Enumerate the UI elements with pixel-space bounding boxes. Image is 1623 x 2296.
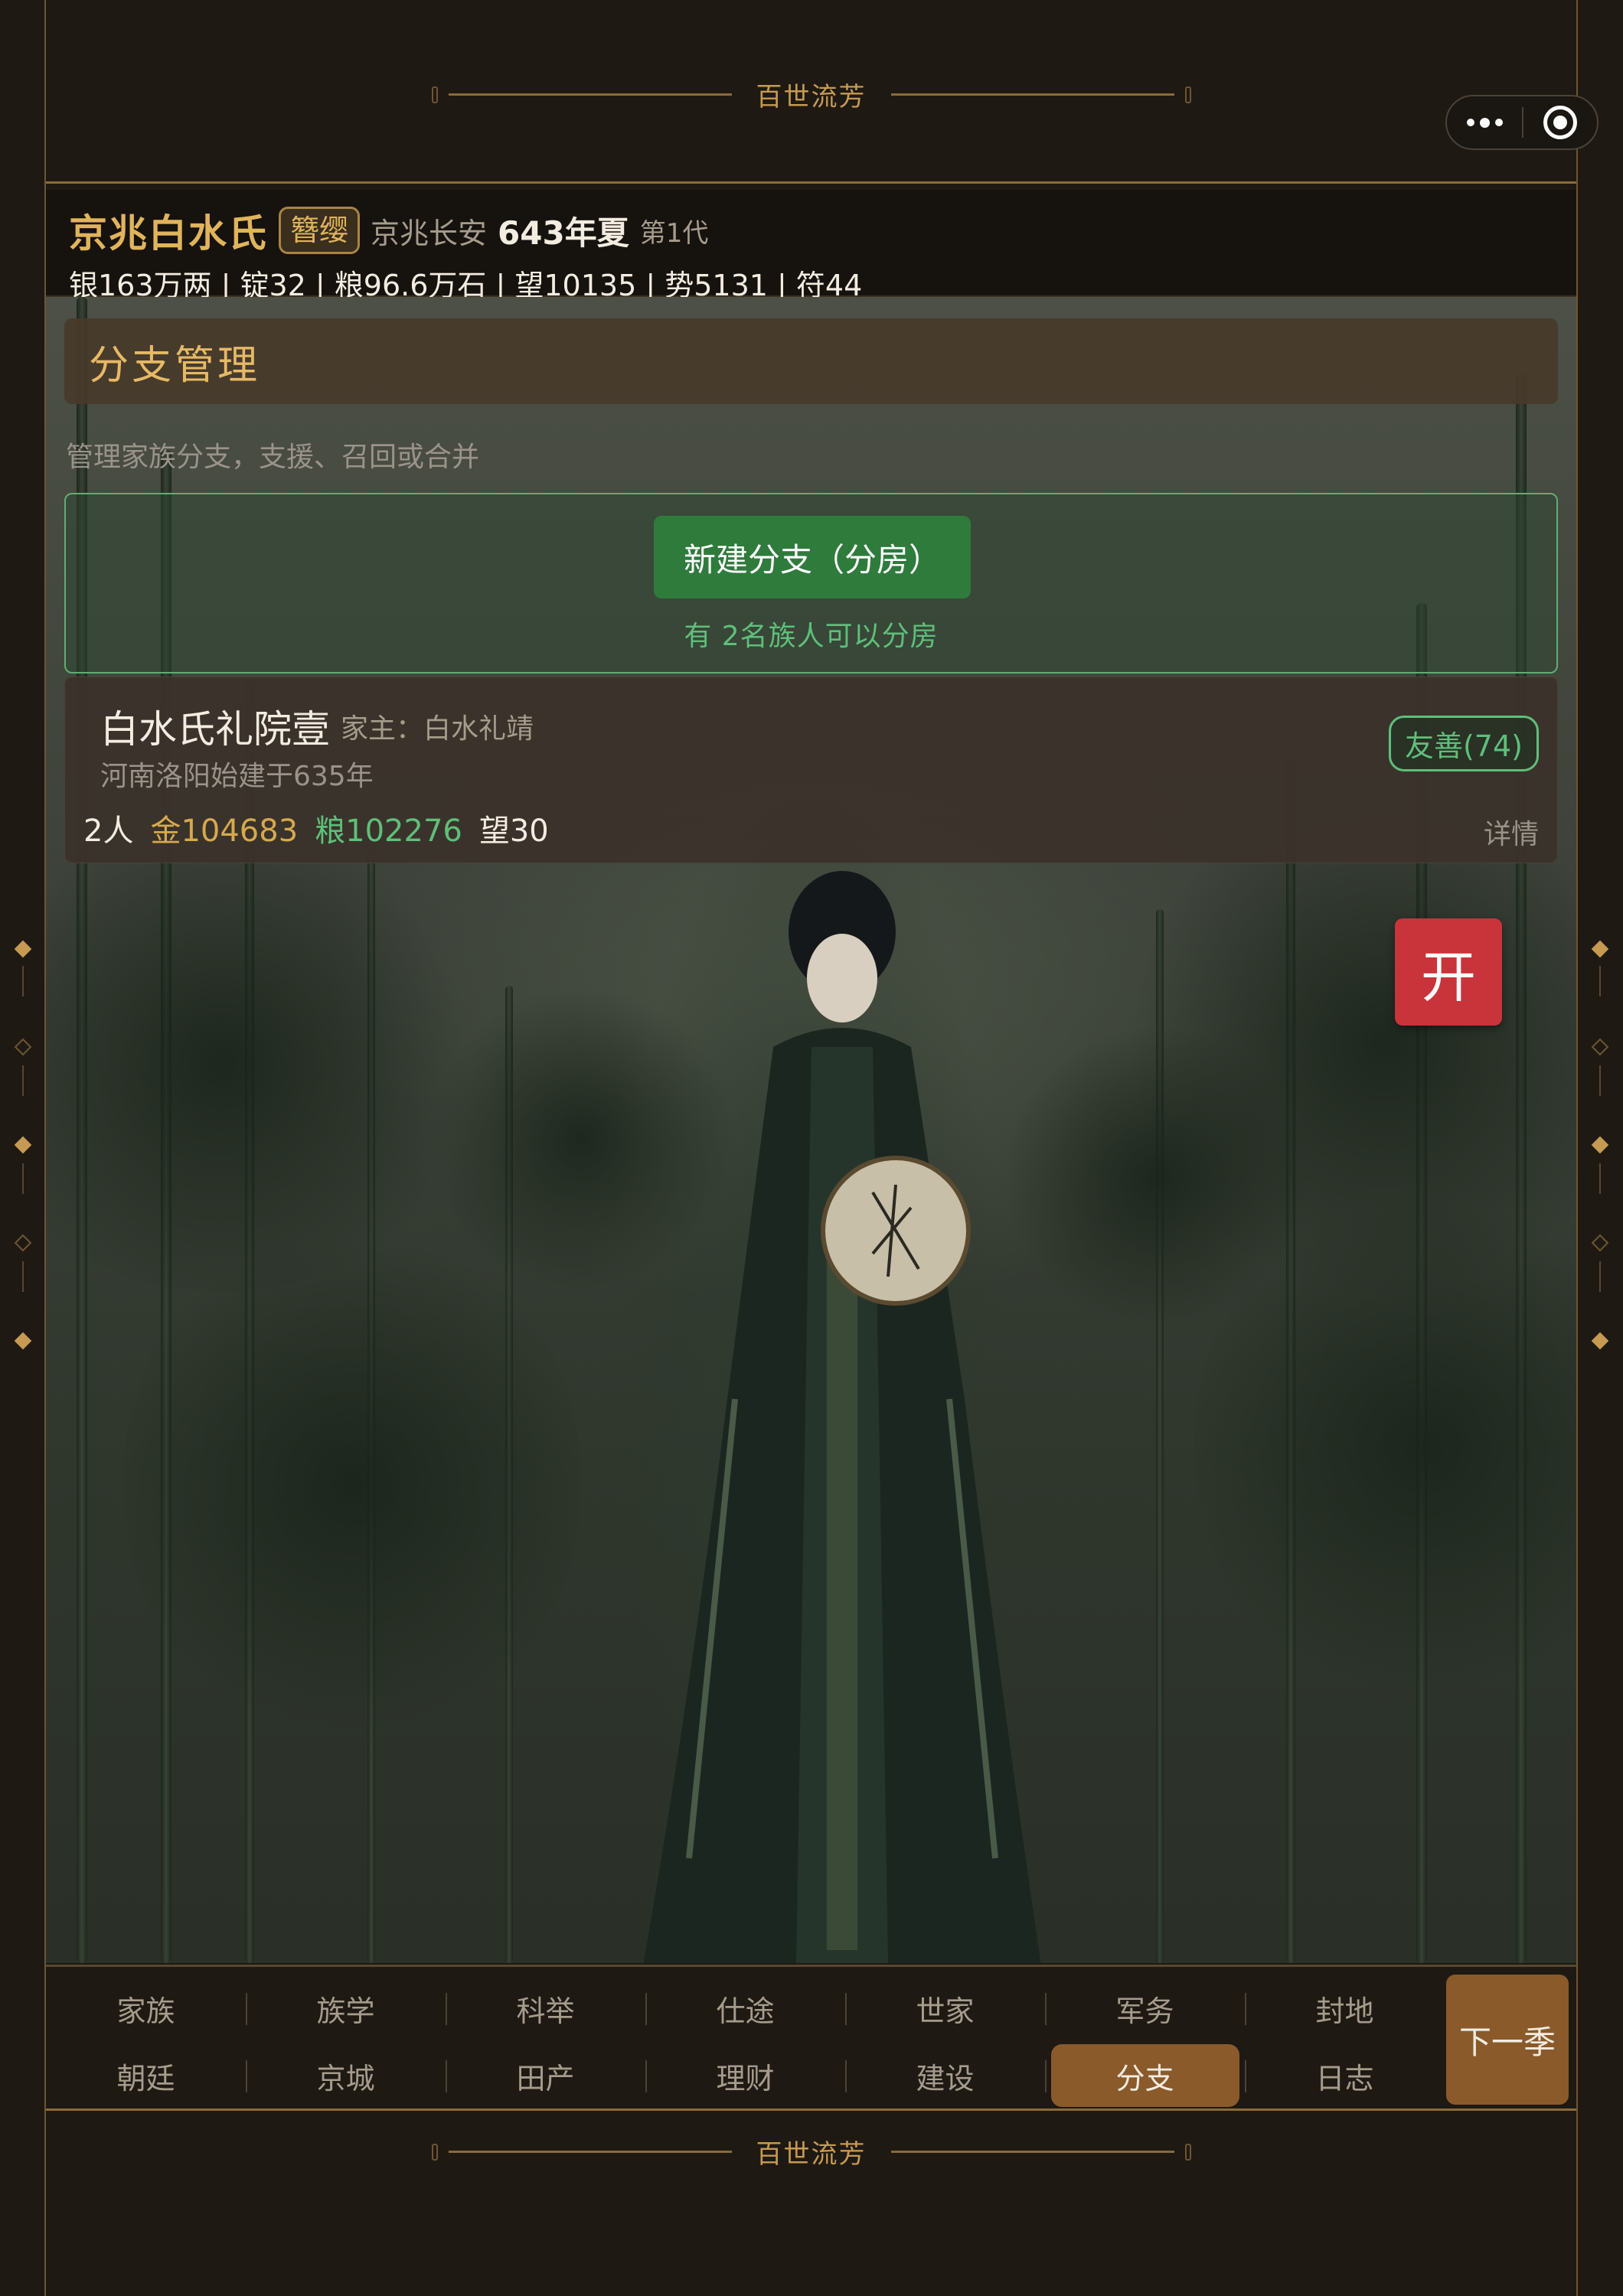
banner-divider xyxy=(448,2151,732,2153)
new-branch-card: 新建分支（分房） 有 2名族人可以分房 xyxy=(64,493,1558,673)
branch-people: 2人 xyxy=(83,814,134,849)
banner-cap-icon xyxy=(1184,86,1191,103)
banner-title: 百世流芳 xyxy=(756,82,867,113)
nav-item-branch[interactable]: 分支 xyxy=(1045,2044,1245,2107)
nav-item-military[interactable]: 军务 xyxy=(1045,1979,1245,2037)
nav-item-court[interactable]: 朝廷 xyxy=(46,2047,246,2105)
game-date: 643年夏 xyxy=(498,214,629,252)
more-icon[interactable] xyxy=(1447,117,1522,128)
banner-cap-icon xyxy=(431,2143,438,2161)
nav-item-finance[interactable]: 理财 xyxy=(645,2047,845,2105)
diamond-ornament-icon xyxy=(1591,1234,1609,1252)
new-branch-hint: 有 2名族人可以分房 xyxy=(684,621,939,652)
branch-fame: 望30 xyxy=(478,814,549,849)
nav-item-clan-school[interactable]: 族学 xyxy=(246,1979,446,2037)
left-side-ornament xyxy=(14,940,32,1356)
nav-row-1: 家族 族学 科举 仕途 世家 军务 封地 xyxy=(46,1979,1445,2037)
nav-label: 仕途 xyxy=(716,1994,775,2028)
branch-location: 河南洛阳始建于635年 xyxy=(100,761,374,792)
nav-label: 建设 xyxy=(916,2061,975,2095)
nav-label: 封地 xyxy=(1315,1994,1374,2028)
top-banner: 百世流芳 xyxy=(46,0,1576,184)
banner-cap-icon xyxy=(1184,2143,1191,2161)
branch-grain: 粮102276 xyxy=(315,814,462,849)
branch-scene: 分支管理 管理家族分支，支援、召回或合并 新建分支（分房） 有 2名族人可以分房… xyxy=(46,297,1576,1963)
nav-item-exam[interactable]: 科举 xyxy=(446,1979,645,2037)
diamond-ornament-icon xyxy=(14,940,32,958)
bottom-banner: 百世流芳 xyxy=(46,2108,1576,2292)
lady-figure xyxy=(643,871,1041,1963)
nav-item-estate[interactable]: 田产 xyxy=(446,2047,645,2105)
nav-label: 分支 xyxy=(1050,2044,1239,2107)
nav-label: 科举 xyxy=(516,1994,575,2028)
page-title: 分支管理 xyxy=(89,342,261,389)
diamond-ornament-icon xyxy=(14,1038,32,1056)
nav-item-noble-houses[interactable]: 世家 xyxy=(845,1979,1045,2037)
branch-head: 家主：白水礼靖 xyxy=(341,713,534,745)
nav-row-2: 朝廷 京城 田产 理财 建设 分支 日志 xyxy=(46,2044,1445,2107)
branch-card[interactable]: 白水氏礼院壹 家主：白水礼靖 河南洛阳始建于635年 2人 金104683 粮1… xyxy=(64,677,1558,863)
close-capsule-icon[interactable] xyxy=(1523,106,1597,139)
status-header: 京兆白水氏 簪缨 京兆长安 643年夏 第1代 银163万两 | 锭32 | 粮… xyxy=(46,190,1576,302)
clan-name: 京兆白水氏 xyxy=(69,211,268,256)
diamond-ornament-icon xyxy=(1591,1136,1609,1154)
right-side-ornament xyxy=(1591,940,1609,1356)
branch-stats: 2人 金104683 粮102276 望30 xyxy=(83,806,549,850)
nav-label: 京城 xyxy=(316,2061,375,2095)
banner-cap-icon xyxy=(431,86,438,103)
new-branch-button[interactable]: 新建分支（分房） xyxy=(654,516,971,598)
clan-location: 京兆长安 xyxy=(371,216,488,250)
banner-divider xyxy=(890,93,1174,96)
nav-label: 理财 xyxy=(716,2061,775,2095)
branch-attitude-badge: 友善(74) xyxy=(1388,716,1539,771)
diamond-ornament-icon xyxy=(1591,1332,1609,1350)
next-season-button[interactable]: 下一季 xyxy=(1446,1975,1569,2105)
nav-item-family[interactable]: 家族 xyxy=(46,1979,246,2037)
mini-program-capsule xyxy=(1445,95,1599,150)
generation-label: 第1代 xyxy=(639,217,709,249)
bottom-navigation: 家族 族学 科举 仕途 世家 军务 封地 朝廷 京城 田产 理财 建设 分支 日… xyxy=(46,1965,1576,2108)
nav-item-capital[interactable]: 京城 xyxy=(246,2047,446,2105)
branch-name: 白水氏礼院壹 xyxy=(100,707,330,752)
page-title-bar: 分支管理 xyxy=(64,318,1558,404)
nav-item-log[interactable]: 日志 xyxy=(1245,2047,1445,2105)
diamond-ornament-icon xyxy=(14,1332,32,1350)
diamond-ornament-icon xyxy=(14,1234,32,1252)
nav-label: 世家 xyxy=(916,1994,975,2028)
nav-item-construction[interactable]: 建设 xyxy=(845,2047,1045,2105)
nav-item-fief[interactable]: 封地 xyxy=(1245,1979,1445,2037)
nav-label: 朝廷 xyxy=(116,2061,175,2095)
rank-badge: 簪缨 xyxy=(279,207,361,254)
branch-detail-link[interactable]: 详情 xyxy=(1484,812,1539,852)
frame-right-border xyxy=(1576,0,1578,2296)
diamond-ornament-icon xyxy=(1591,1038,1609,1056)
branch-gold: 金104683 xyxy=(150,814,299,849)
nav-item-career[interactable]: 仕途 xyxy=(645,1979,845,2037)
page-subtitle: 管理家族分支，支援、召回或合并 xyxy=(66,442,480,473)
nav-label: 家族 xyxy=(116,1994,175,2028)
nav-label: 军务 xyxy=(1115,1994,1174,2028)
diamond-ornament-icon xyxy=(1591,940,1609,958)
banner-divider xyxy=(448,93,732,96)
banner-footer-title: 百世流芳 xyxy=(756,2139,867,2170)
nav-label: 族学 xyxy=(316,1994,375,2028)
nav-label: 田产 xyxy=(516,2061,575,2095)
open-button[interactable]: 开 xyxy=(1395,918,1502,1026)
nav-label: 日志 xyxy=(1315,2061,1374,2095)
banner-divider xyxy=(890,2151,1174,2153)
diamond-ornament-icon xyxy=(14,1136,32,1154)
